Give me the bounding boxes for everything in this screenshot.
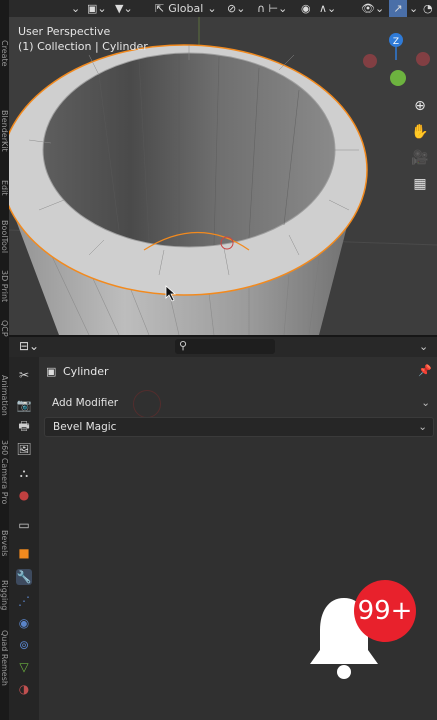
select-box-icon[interactable]: ▣⌄	[87, 0, 107, 17]
pan-hand-icon[interactable]: ✋	[409, 121, 431, 143]
object-type-icon: ▣	[46, 365, 57, 378]
viewport-header: ⌄ ▣⌄ ▼⌄ ⇱ Global ⌄ ⊘⌄ ∩ ⊢⌄ ◉ ∧⌄ 👁⌄ ↗ ⌄ ◔	[9, 0, 437, 17]
visibility-icon[interactable]: 👁⌄	[361, 0, 384, 17]
navigation-gizmo[interactable]: Z	[361, 30, 431, 100]
chevron-down-icon: ⌄	[207, 2, 217, 15]
click-indicator	[133, 390, 161, 418]
gizmo-x-axis[interactable]	[363, 54, 377, 68]
grid-view-icon[interactable]: ▦	[409, 173, 431, 195]
notification-count-badge: 99+	[354, 580, 416, 642]
gizmo-toggle-icon[interactable]: ↗	[389, 0, 407, 17]
render-icon[interactable]: 📷	[16, 397, 32, 413]
object-icon[interactable]: ■	[16, 545, 32, 561]
world-icon[interactable]: ●	[16, 487, 32, 503]
object-name[interactable]: Cylinder	[63, 365, 109, 378]
modifier-name: Bevel Magic	[53, 421, 117, 433]
falloff-icon[interactable]: ∧⌄	[319, 0, 336, 17]
scene-icon[interactable]: ⛬	[16, 465, 32, 481]
output-icon[interactable]: 🖶	[16, 419, 32, 435]
camera-icon[interactable]: 🎥	[409, 147, 431, 169]
gizmo-y-axis[interactable]	[390, 70, 406, 86]
material-icon[interactable]: ◑	[16, 681, 32, 697]
editor-type-icon[interactable]: ⊟⌄	[19, 339, 39, 353]
notification-bell[interactable]: 99+	[306, 580, 418, 679]
transform-orientation-dropdown[interactable]: ⇱ Global ⌄	[155, 0, 217, 17]
collection-icon[interactable]: ▭	[16, 517, 32, 533]
view-layer-icon[interactable]: 🖼	[16, 441, 32, 457]
data-icon[interactable]: ▽	[16, 659, 32, 675]
zoom-icon[interactable]: ⊕	[409, 95, 431, 117]
orientation-label: Global	[168, 2, 204, 15]
gizmo-z-label: Z	[393, 37, 399, 47]
modifier-dropdown[interactable]: Bevel Magic ⌄	[44, 417, 434, 437]
filter-icon[interactable]: ▼⌄	[115, 0, 133, 17]
properties-tabs: ✂ 📷 🖶 🖼 ⛬ ● ▭ ■ 🔧 ⋰ ◉ ⊚ ▽ ◑	[9, 357, 39, 720]
mode-chevron-icon[interactable]: ⌄	[71, 0, 80, 17]
gizmo-neg-x-axis[interactable]	[416, 52, 430, 66]
properties-header: ⊟⌄ ⚲ ⌄	[9, 337, 437, 357]
properties-search[interactable]: ⚲	[175, 339, 275, 354]
chevron-down-icon: ⌄	[418, 421, 427, 433]
add-modifier-button[interactable]: Add Modifier ⌄	[44, 393, 434, 413]
orientation-icon: ⇱	[155, 2, 165, 15]
particles-icon[interactable]: ⋰	[16, 593, 32, 609]
physics-icon[interactable]: ◉	[16, 615, 32, 631]
cylinder-inner	[42, 52, 336, 248]
proportional-edit-icon[interactable]: ◉	[301, 0, 311, 17]
overlay-icon[interactable]: ◔	[423, 0, 433, 17]
perspective-label: User Perspective	[18, 25, 111, 38]
header-chevron-icon[interactable]: ⌄	[419, 340, 428, 353]
chevron-down-icon: ⌄	[421, 397, 430, 409]
pin-icon[interactable]: 📌	[418, 364, 432, 377]
3d-viewport[interactable]: ⌄ ▣⌄ ▼⌄ ⇱ Global ⌄ ⊘⌄ ∩ ⊢⌄ ◉ ∧⌄ 👁⌄ ↗ ⌄ ◔…	[9, 0, 437, 335]
collection-label: (1) Collection | Cylinder	[18, 40, 148, 53]
overlay-chevron-icon[interactable]: ⌄	[409, 0, 418, 17]
add-modifier-label: Add Modifier	[52, 397, 119, 409]
search-icon: ⚲	[179, 339, 188, 352]
modifier-wrench-icon[interactable]: 🔧	[16, 569, 32, 585]
pivot-icon[interactable]: ⊘⌄	[227, 0, 245, 17]
snap-icon[interactable]: ∩ ⊢⌄	[257, 0, 287, 17]
constraints-icon[interactable]: ⊚	[16, 637, 32, 653]
tool-settings-icon[interactable]: ✂	[16, 367, 32, 383]
